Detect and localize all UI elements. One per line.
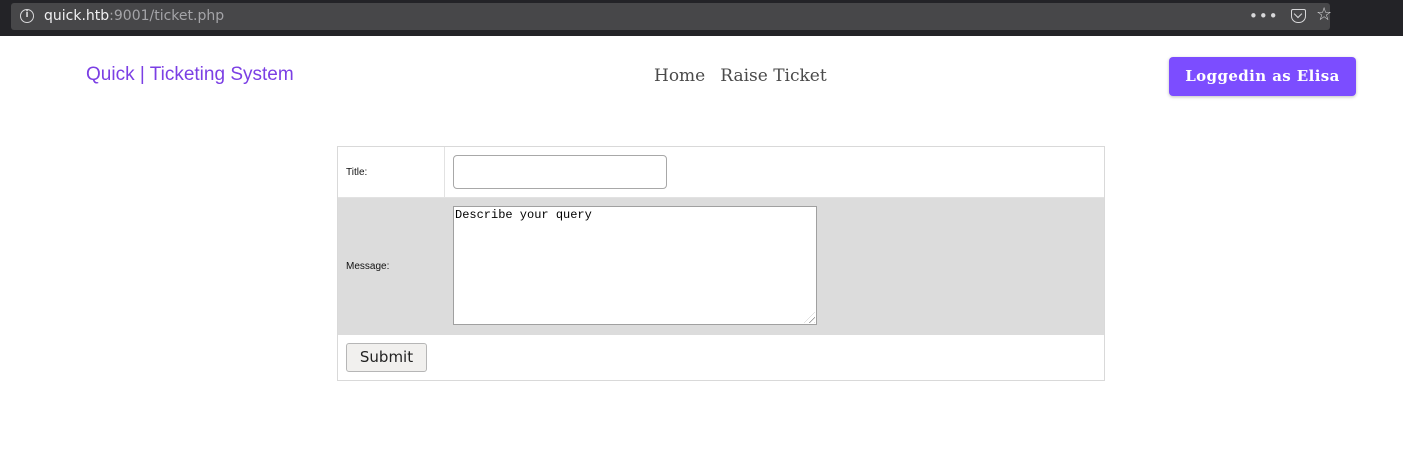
- message-label-cell: Message:: [338, 198, 445, 335]
- more-icon[interactable]: •••: [1249, 7, 1279, 25]
- nav-link-home[interactable]: Home: [654, 66, 705, 87]
- url-host: quick.htb: [44, 8, 110, 24]
- message-textarea[interactable]: Describe your query: [453, 206, 817, 325]
- url-text[interactable]: quick.htb:9001/ticket.php: [44, 8, 224, 25]
- message-row: Message: Describe your query: [338, 198, 1104, 335]
- submit-button[interactable]: Submit: [346, 343, 427, 372]
- site-brand[interactable]: Quick | Ticketing System: [86, 63, 294, 86]
- star-icon[interactable]: ☆: [1316, 6, 1332, 24]
- logged-in-user-button[interactable]: Loggedin as Elisa: [1169, 57, 1356, 96]
- pocket-icon[interactable]: [1291, 9, 1306, 23]
- browser-toolbar: i quick.htb:9001/ticket.php ••• ☆: [0, 0, 1403, 36]
- nav-link-raise-ticket[interactable]: Raise Ticket: [720, 66, 826, 87]
- submit-row: Submit: [338, 335, 1104, 380]
- ticket-form: Title: Message: Describe your query Subm…: [337, 146, 1105, 381]
- title-row: Title:: [338, 147, 1104, 198]
- address-bar[interactable]: i quick.htb:9001/ticket.php ••• ☆: [11, 3, 1332, 30]
- url-path: :9001/ticket.php: [109, 8, 225, 24]
- main-nav: Home Raise Ticket: [654, 66, 827, 87]
- title-input[interactable]: [453, 155, 667, 189]
- info-icon[interactable]: i: [20, 9, 34, 23]
- message-label: Message:: [346, 261, 390, 272]
- title-label-cell: Title:: [338, 147, 445, 197]
- title-label: Title:: [346, 167, 368, 178]
